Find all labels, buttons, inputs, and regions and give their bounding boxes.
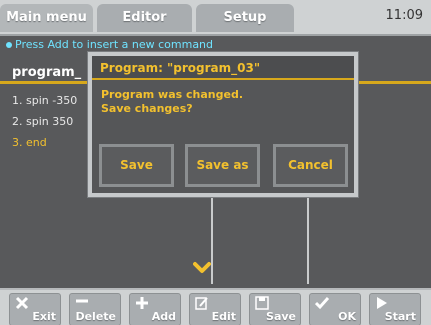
plus-icon: [136, 297, 148, 309]
top-tab-bar: Main menu Editor Setup 11:09: [0, 0, 431, 36]
dialog-message: Program was changed. Save changes?: [101, 88, 243, 116]
floppy-icon: [255, 296, 269, 310]
list-item[interactable]: 2. spin 350: [12, 115, 77, 136]
save-toolbar-button[interactable]: Save: [249, 293, 301, 325]
save-as-button[interactable]: Save as: [185, 144, 260, 187]
save-label: Save: [266, 310, 296, 323]
tab-setup[interactable]: Setup: [196, 4, 294, 32]
tab-editor[interactable]: Editor: [97, 4, 192, 32]
close-icon: [15, 296, 29, 310]
exit-label: Exit: [32, 310, 56, 323]
clock: 11:09: [385, 8, 423, 23]
list-item[interactable]: 1. spin -350: [12, 94, 77, 115]
tab-main-menu[interactable]: Main menu: [0, 4, 93, 32]
cancel-button[interactable]: Cancel: [273, 144, 348, 187]
device-screen: Main menu Editor Setup 11:09 Press Add t…: [0, 0, 431, 325]
ok-label: OK: [338, 310, 356, 323]
list-item-selected[interactable]: 3. end: [12, 136, 77, 157]
program-command-list: 1. spin -350 2. spin 350 3. end: [12, 94, 77, 157]
divider: [211, 196, 213, 284]
save-button[interactable]: Save: [99, 144, 174, 187]
add-label: Add: [151, 310, 176, 323]
bottom-toolbar: Exit Delete Add Edit Save OK Start: [0, 288, 431, 325]
hint-line: Press Add to insert a new command: [6, 38, 213, 51]
dialog-message-line: Program was changed.: [101, 88, 244, 101]
add-button[interactable]: Add: [129, 293, 181, 325]
start-button[interactable]: Start: [369, 293, 421, 325]
delete-label: Delete: [75, 310, 116, 323]
hint-text: Press Add to insert a new command: [15, 38, 214, 51]
delete-button[interactable]: Delete: [69, 293, 121, 325]
exit-button[interactable]: Exit: [9, 293, 61, 325]
dialog-title: Program: "program_03": [92, 56, 354, 80]
edit-icon: [195, 297, 208, 310]
play-icon: [377, 297, 387, 309]
divider: [307, 196, 309, 284]
hint-bullet-icon: [6, 42, 12, 48]
check-icon: [315, 297, 329, 310]
program-title: program_: [12, 65, 82, 80]
chevron-down-icon[interactable]: [193, 259, 211, 277]
save-changes-dialog: Program: "program_03" Program was change…: [88, 52, 358, 197]
ok-button[interactable]: OK: [309, 293, 361, 325]
start-label: Start: [384, 310, 416, 323]
edit-button[interactable]: Edit: [189, 293, 241, 325]
edit-label: Edit: [211, 310, 236, 323]
dialog-message-line: Save changes?: [101, 102, 193, 115]
minus-icon: [76, 299, 88, 303]
